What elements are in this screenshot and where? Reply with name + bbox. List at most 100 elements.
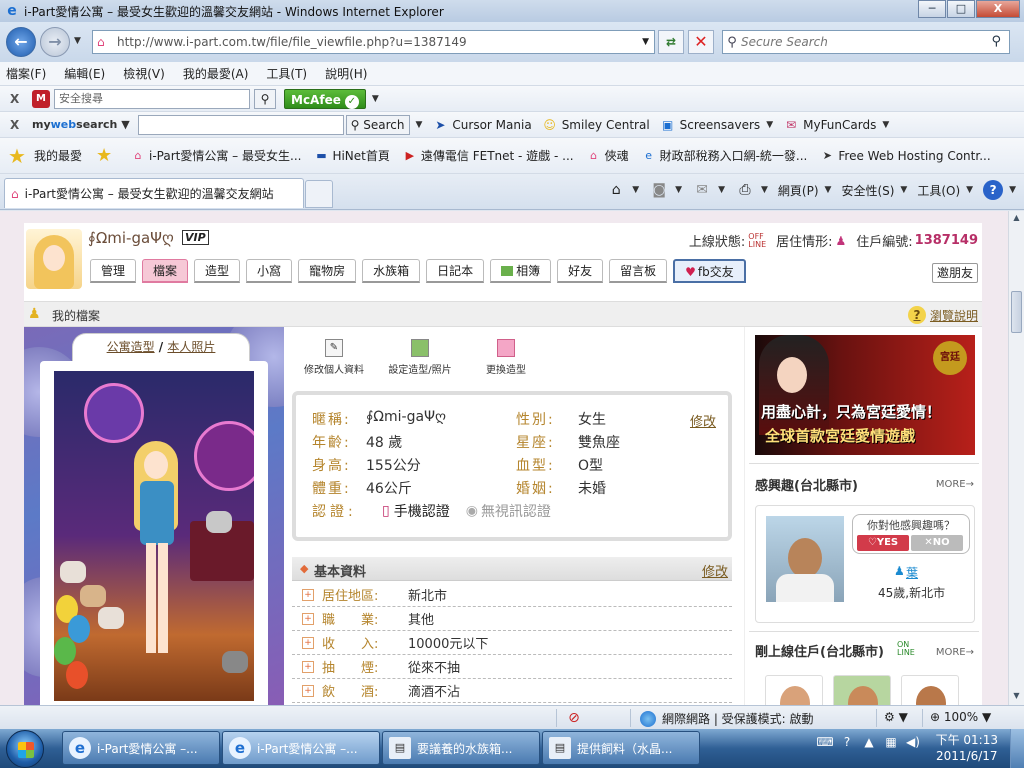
taskbar-item-ie-1[interactable]: e i-Part愛情公寓 –... (62, 731, 220, 765)
help-button[interactable]: ? ▼ (983, 180, 1016, 200)
palace-game-ad[interactable]: 宮廷 用盡心計，只為宮廷愛情！ 全球首款宮廷愛情遊戲 (755, 335, 975, 455)
forward-button[interactable]: → (40, 27, 70, 57)
safety-menu[interactable]: 安全性(S) ▼ (841, 182, 907, 199)
zoom-level[interactable]: ⊕ 100% ▼ (930, 710, 991, 724)
start-button[interactable] (6, 730, 44, 768)
favorite-link-xiahun[interactable]: ⌂ 俠魂 (586, 147, 629, 164)
basic-edit-link[interactable]: 修改 (702, 561, 728, 580)
smiley-central-link[interactable]: ☺ Smiley Central (542, 118, 649, 132)
taskbar-clock[interactable]: 下午 01:13 2011/6/17 (936, 732, 998, 764)
print-button[interactable]: ⎙ ▼ (735, 180, 768, 200)
screensavers-link[interactable]: ▣ Screensavers ▼ (660, 118, 773, 132)
set-photo-action[interactable]: 設定造型/照片 (376, 331, 464, 376)
protected-mode-icon[interactable]: ⚙ ▼ (884, 710, 908, 724)
network-icon[interactable]: ▦ (882, 733, 900, 751)
tab-diary[interactable]: 日記本 (426, 259, 485, 283)
popup-blocked-icon[interactable]: ⊘ (566, 710, 582, 726)
favorite-link-ipart[interactable]: ⌂ i-Part愛情公寓 – 最受女生... (130, 147, 302, 164)
safe-search-input[interactable]: 安全搜尋 (54, 88, 250, 109)
scroll-up-icon[interactable]: ▲ (1011, 213, 1022, 225)
help-icon[interactable]: ? (838, 733, 856, 751)
mcafee-button[interactable]: McAfee ✓ (284, 88, 366, 109)
scroll-thumb[interactable] (1011, 291, 1022, 333)
menu-help[interactable]: 說明(H) (325, 65, 367, 82)
menu-file[interactable]: 檔案(F) (6, 65, 46, 82)
tab-style[interactable]: 造型 (194, 259, 241, 283)
interest-more-link[interactable]: MORE→ (936, 479, 974, 490)
tray-expand-icon[interactable]: ▲ (860, 733, 878, 751)
tab-manage[interactable]: 管理 (90, 259, 137, 283)
menu-edit[interactable]: 編輯(E) (64, 65, 105, 82)
refresh-button[interactable]: ⇄ (658, 30, 684, 54)
search-dropdown-icon[interactable]: ▼ (416, 120, 423, 130)
show-desktop-button[interactable] (1010, 729, 1024, 768)
page-menu[interactable]: 網頁(P) ▼ (778, 182, 832, 199)
yes-button[interactable]: ♡YES (857, 535, 909, 551)
tab-guestbook[interactable]: 留言板 (609, 259, 668, 283)
favorite-link-hinet[interactable]: ▬ HiNet首頁 (313, 147, 390, 164)
history-dropdown-icon[interactable]: ▼ (74, 36, 81, 46)
safe-search-button[interactable]: ⚲ (254, 88, 276, 109)
tab-nest[interactable]: 小窩 (246, 259, 293, 283)
mcafee-dropdown-icon[interactable]: ▼ (372, 94, 379, 104)
avatar-style-tab[interactable]: 公寓造型 (107, 340, 155, 354)
mail-button[interactable]: ✉ ▼ (692, 180, 725, 200)
online-user-card[interactable] (765, 675, 823, 705)
tab-aquarium[interactable]: 水族箱 (362, 259, 421, 283)
online-user-card[interactable] (833, 675, 891, 705)
invite-friends-button[interactable]: 邀朋友 (931, 263, 978, 283)
tools-menu[interactable]: 工具(O) ▼ (917, 182, 973, 199)
vertical-scrollbar[interactable]: ▲ ▼ (1008, 211, 1024, 705)
feeds-button[interactable]: ◙ ▼ (649, 180, 682, 200)
close-toolbar-icon[interactable]: X (10, 118, 24, 132)
url-field[interactable]: ⌂ http://www.i-part.com.tw/file/file_vie… (92, 30, 655, 54)
tab-pet-room[interactable]: 寵物房 (298, 259, 357, 283)
myfuncards-link[interactable]: ✉ MyFunCards ▼ (783, 118, 889, 132)
scroll-down-icon[interactable]: ▼ (1011, 691, 1022, 703)
window-titlebar[interactable]: e i-Part愛情公寓 – 最受女生歡迎的溫馨交友網站 - Windows I… (0, 0, 1024, 22)
info-edit-link[interactable]: 修改 (690, 411, 716, 430)
no-button[interactable]: ✕NO (911, 535, 963, 551)
tab-profile[interactable]: 檔案 (142, 259, 189, 283)
security-zone[interactable]: 網際網路 | 受保護模式: 啟動 (640, 710, 814, 727)
online-user-card[interactable] (901, 675, 959, 705)
cursor-mania-link[interactable]: ➤ Cursor Mania (432, 118, 531, 132)
menu-view[interactable]: 檢視(V) (123, 65, 165, 82)
menu-tools[interactable]: 工具(T) (266, 65, 307, 82)
favorite-link-hosting[interactable]: ➤ Free Web Hosting Contr... (819, 149, 991, 163)
search-box[interactable]: ⚲ ⚲ (722, 30, 1010, 54)
change-style-action[interactable]: 更換造型 (464, 331, 548, 376)
tab-friends[interactable]: 好友 (557, 259, 604, 283)
tab-ipart[interactable]: ⌂ i-Part愛情公寓 – 最受女生歡迎的溫馨交友網站 (4, 178, 304, 208)
match-name-link[interactable]: 葉 (906, 564, 918, 581)
maximize-button[interactable]: □ (947, 0, 975, 18)
back-button[interactable]: ← (6, 27, 36, 57)
mywebsearch-input[interactable] (137, 114, 344, 135)
favorites-star-icon[interactable]: ★ (8, 144, 30, 168)
close-toolbar-icon[interactable]: X (10, 92, 24, 106)
minimize-button[interactable]: ─ (918, 0, 946, 18)
mywebsearch-logo[interactable]: mywebsearch ▼ (32, 118, 130, 131)
menu-favorites[interactable]: 我的最愛(A) (183, 65, 249, 82)
taskbar-item-doc-1[interactable]: ▤ 要議養的水族箱... (382, 731, 540, 765)
url-text[interactable]: http://www.i-part.com.tw/file/file_viewf… (117, 35, 467, 49)
url-dropdown-icon[interactable]: ▼ (642, 37, 649, 47)
add-favorite-icon[interactable]: ★ (96, 145, 118, 166)
tab-album[interactable]: 相簿 (490, 259, 552, 283)
online-more-link[interactable]: MORE→ (936, 647, 974, 658)
stop-button[interactable]: ✕ (688, 30, 714, 54)
mywebsearch-search-button[interactable]: ⚲ Search (345, 114, 410, 135)
favorites-button[interactable]: 我的最愛 (34, 147, 82, 164)
keyboard-icon[interactable]: ⌨ (816, 733, 834, 751)
avatar[interactable] (26, 229, 82, 289)
edit-profile-action[interactable]: ✎ 修改個人資料 (292, 331, 376, 376)
match-photo[interactable] (766, 516, 844, 602)
favorite-link-tax[interactable]: e 財政部稅務入口網-統一發... (641, 147, 807, 164)
home-button[interactable]: ⌂ ▼ (606, 180, 639, 200)
search-icon[interactable]: ⚲ (991, 34, 1001, 49)
taskbar-item-ie-2[interactable]: e i-Part愛情公寓 –... (222, 731, 380, 765)
avatar-full-image[interactable] (54, 371, 254, 701)
taskbar-item-doc-2[interactable]: ▤ 提供飼料（水晶... (542, 731, 700, 765)
real-photo-tab[interactable]: 本人照片 (167, 340, 215, 354)
close-button[interactable]: X (976, 0, 1020, 18)
